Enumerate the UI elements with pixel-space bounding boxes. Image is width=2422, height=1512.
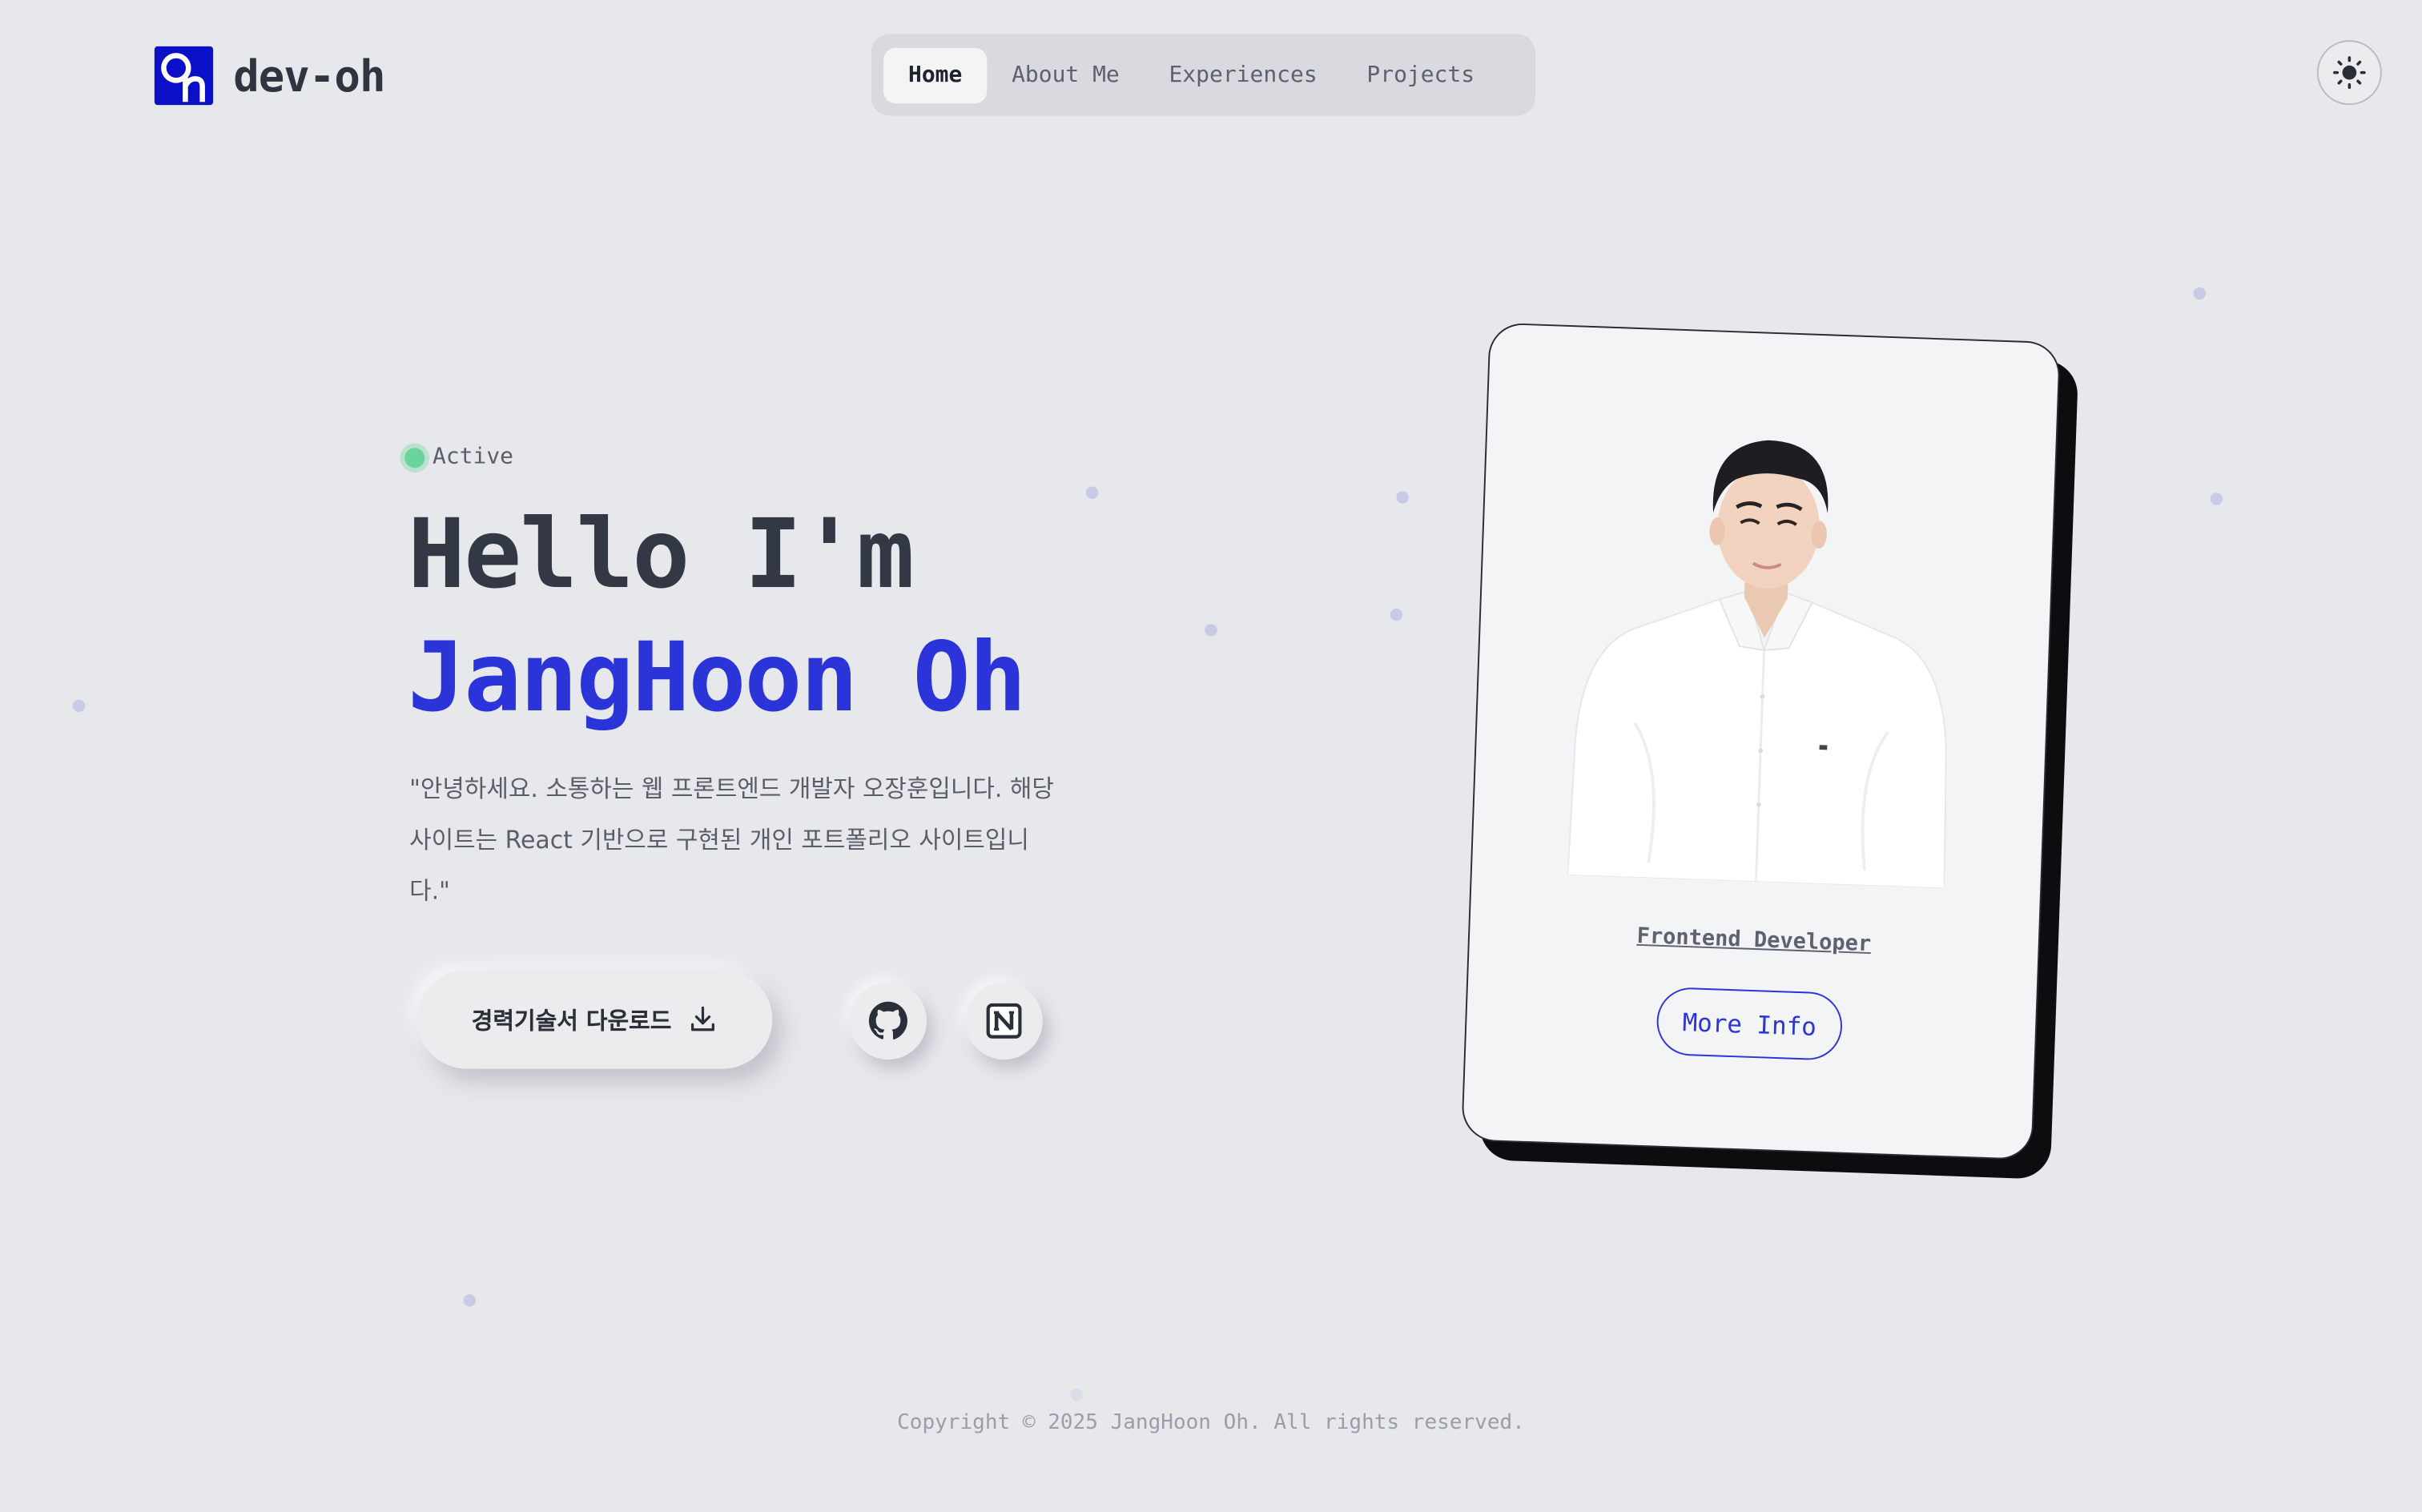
decor-dot [1085, 486, 1099, 499]
decor-dot [1205, 624, 1217, 637]
status-badge: Active [404, 444, 513, 469]
footer-copyright: Copyright © 2025 JangHoon Oh. All rights… [897, 1409, 1525, 1435]
notion-link[interactable] [965, 982, 1043, 1060]
logo-mark-icon [154, 46, 214, 106]
decor-dot [2193, 287, 2206, 300]
github-icon [868, 1001, 907, 1040]
download-resume-button[interactable]: 경력기술서 다운로드 [416, 970, 773, 1069]
main-nav: Home About Me Experiences Projects [871, 34, 1535, 116]
theme-toggle-button[interactable] [2316, 40, 2382, 106]
download-icon [690, 1006, 714, 1031]
nav-projects[interactable]: Projects [1342, 47, 1499, 103]
nav-about-me[interactable]: About Me [987, 47, 1144, 103]
nav-home[interactable]: Home [883, 46, 988, 103]
decor-dot [72, 699, 86, 713]
card-role: Frontend Developer [1636, 923, 1872, 957]
decor-dot [1396, 491, 1409, 504]
logo-text: dev-oh [233, 50, 385, 102]
status-label: Active [432, 444, 514, 470]
download-resume-label: 경력기술서 다운로드 [471, 1006, 672, 1035]
nav-experiences[interactable]: Experiences [1145, 47, 1342, 103]
notion-icon [986, 1003, 1022, 1039]
sun-icon [2333, 56, 2366, 89]
profile-card: Frontend Developer More Info [1461, 322, 2079, 1180]
hero-greeting: Hello I'm [408, 497, 914, 610]
status-indicator-icon [404, 447, 425, 468]
profile-card-body: Frontend Developer More Info [1461, 322, 2061, 1160]
decor-dot [463, 1294, 476, 1307]
hero-name: JangHoon Oh [408, 621, 1027, 734]
profile-photo [1567, 412, 1961, 889]
more-info-button[interactable]: More Info [1656, 986, 1844, 1061]
page: dev-oh Home About Me Experiences Project… [0, 0, 2422, 1512]
hero-description: "안녕하세요. 소통하는 웹 프론트엔드 개발자 오장훈입니다. 해당 사이트는… [409, 775, 1054, 906]
decor-dot [2210, 493, 2223, 505]
decor-dot [1070, 1388, 1083, 1401]
github-link[interactable] [849, 982, 927, 1060]
site-logo[interactable]: dev-oh [154, 46, 385, 106]
decor-dot [1390, 608, 1403, 621]
